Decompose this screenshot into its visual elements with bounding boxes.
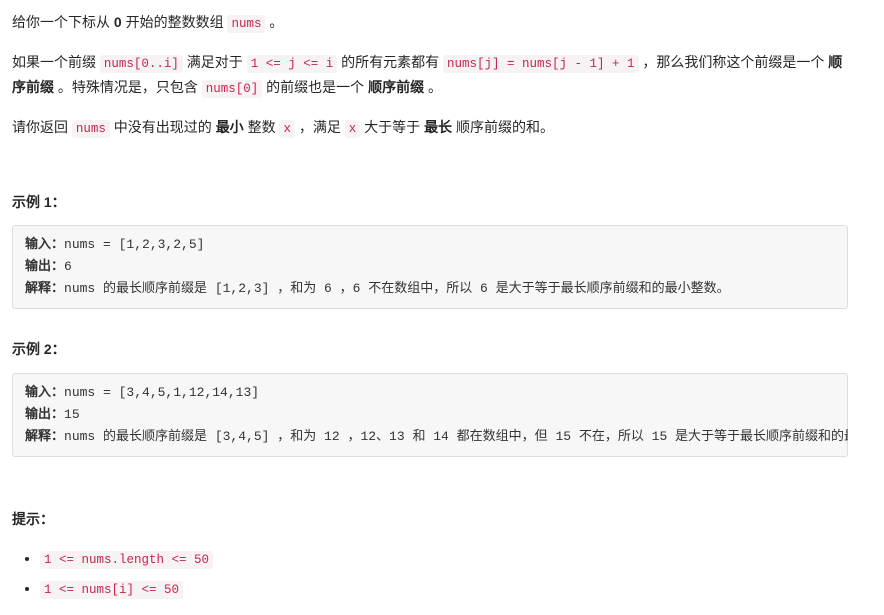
text: ，满足 — [295, 119, 345, 135]
bold-zero: 0 — [114, 14, 122, 30]
constraint-length: 1 <= nums.length <= 50 — [40, 551, 213, 569]
code-x: x — [279, 120, 295, 138]
code-x: x — [345, 120, 361, 138]
text: 满足对于 — [183, 54, 247, 70]
text: 开始的整数数组 — [122, 14, 228, 30]
example-2-label: 示例 2： — [12, 337, 848, 362]
code-nums: nums — [227, 15, 265, 33]
explain-value: nums 的最长顺序前缀是 [1,2,3] ，和为 6 ，6 不在数组中，所以 … — [64, 281, 730, 296]
input-value: nums = [1,2,3,2,5] — [64, 237, 204, 252]
input-value: nums = [3,4,5,1,12,14,13] — [64, 385, 259, 400]
list-item: 1 <= nums.length <= 50 — [40, 546, 848, 572]
paragraph-intro: 给你一个下标从 0 开始的整数数组 nums 。 — [12, 10, 848, 36]
explain-label: 解释： — [25, 429, 64, 444]
text: 。特殊情况是，只包含 — [54, 79, 202, 95]
text: 的前缀也是一个 — [262, 79, 368, 95]
text: 的所有元素都有 — [337, 54, 443, 70]
explain-label: 解释： — [25, 281, 64, 296]
output-value: 15 — [64, 407, 80, 422]
output-label: 输出： — [25, 407, 64, 422]
text: ，那么我们称这个前缀是一个 — [639, 54, 829, 70]
code-nums: nums — [72, 120, 110, 138]
hints-list: 1 <= nums.length <= 50 1 <= nums[i] <= 5… — [12, 546, 848, 601]
text: 。 — [265, 14, 283, 30]
text: 中没有出现过的 — [110, 119, 216, 135]
hints-label: 提示： — [12, 507, 848, 532]
example-1-label: 示例 1： — [12, 190, 848, 215]
input-label: 输入： — [25, 385, 64, 400]
list-item: 1 <= nums[i] <= 50 — [40, 576, 848, 602]
output-label: 输出： — [25, 259, 64, 274]
text: 。 — [424, 79, 442, 95]
text: 大于等于 — [360, 119, 424, 135]
example-2-pre: 输入：nums = [3,4,5,1,12,14,13] 输出：15 解释：nu… — [12, 373, 848, 457]
example-1-block: 输入：nums = [1,2,3,2,5] 输出：6 解释：nums 的最长顺序… — [12, 225, 848, 309]
text: 请你返回 — [12, 119, 72, 135]
text: 给你一个下标从 — [12, 14, 114, 30]
bold-longest: 最长 — [424, 119, 452, 135]
text: 整数 — [244, 119, 280, 135]
code-bounds: 1 <= j <= i — [247, 55, 338, 73]
code-nums0: nums[0] — [202, 80, 263, 98]
example-2-block[interactable]: 输入：nums = [3,4,5,1,12,14,13] 输出：15 解释：nu… — [12, 373, 848, 457]
paragraph-return: 请你返回 nums 中没有出现过的 最小 整数 x ，满足 x 大于等于 最长 … — [12, 115, 848, 141]
code-range: nums[0..i] — [100, 55, 183, 73]
text: 如果一个前缀 — [12, 54, 100, 70]
bold-min: 最小 — [216, 119, 244, 135]
code-relation: nums[j] = nums[j - 1] + 1 — [443, 55, 639, 73]
example-1-pre: 输入：nums = [1,2,3,2,5] 输出：6 解释：nums 的最长顺序… — [12, 225, 848, 309]
constraint-value: 1 <= nums[i] <= 50 — [40, 581, 183, 599]
paragraph-definition: 如果一个前缀 nums[0..i] 满足对于 1 <= j <= i 的所有元素… — [12, 50, 848, 101]
text: 顺序前缀的和。 — [452, 119, 554, 135]
bold-seqprefix: 顺序前缀 — [368, 79, 424, 95]
output-value: 6 — [64, 259, 72, 274]
input-label: 输入： — [25, 237, 64, 252]
explain-value: nums 的最长顺序前缀是 [3,4,5] ，和为 12 ，12、13 和 14… — [64, 429, 848, 444]
